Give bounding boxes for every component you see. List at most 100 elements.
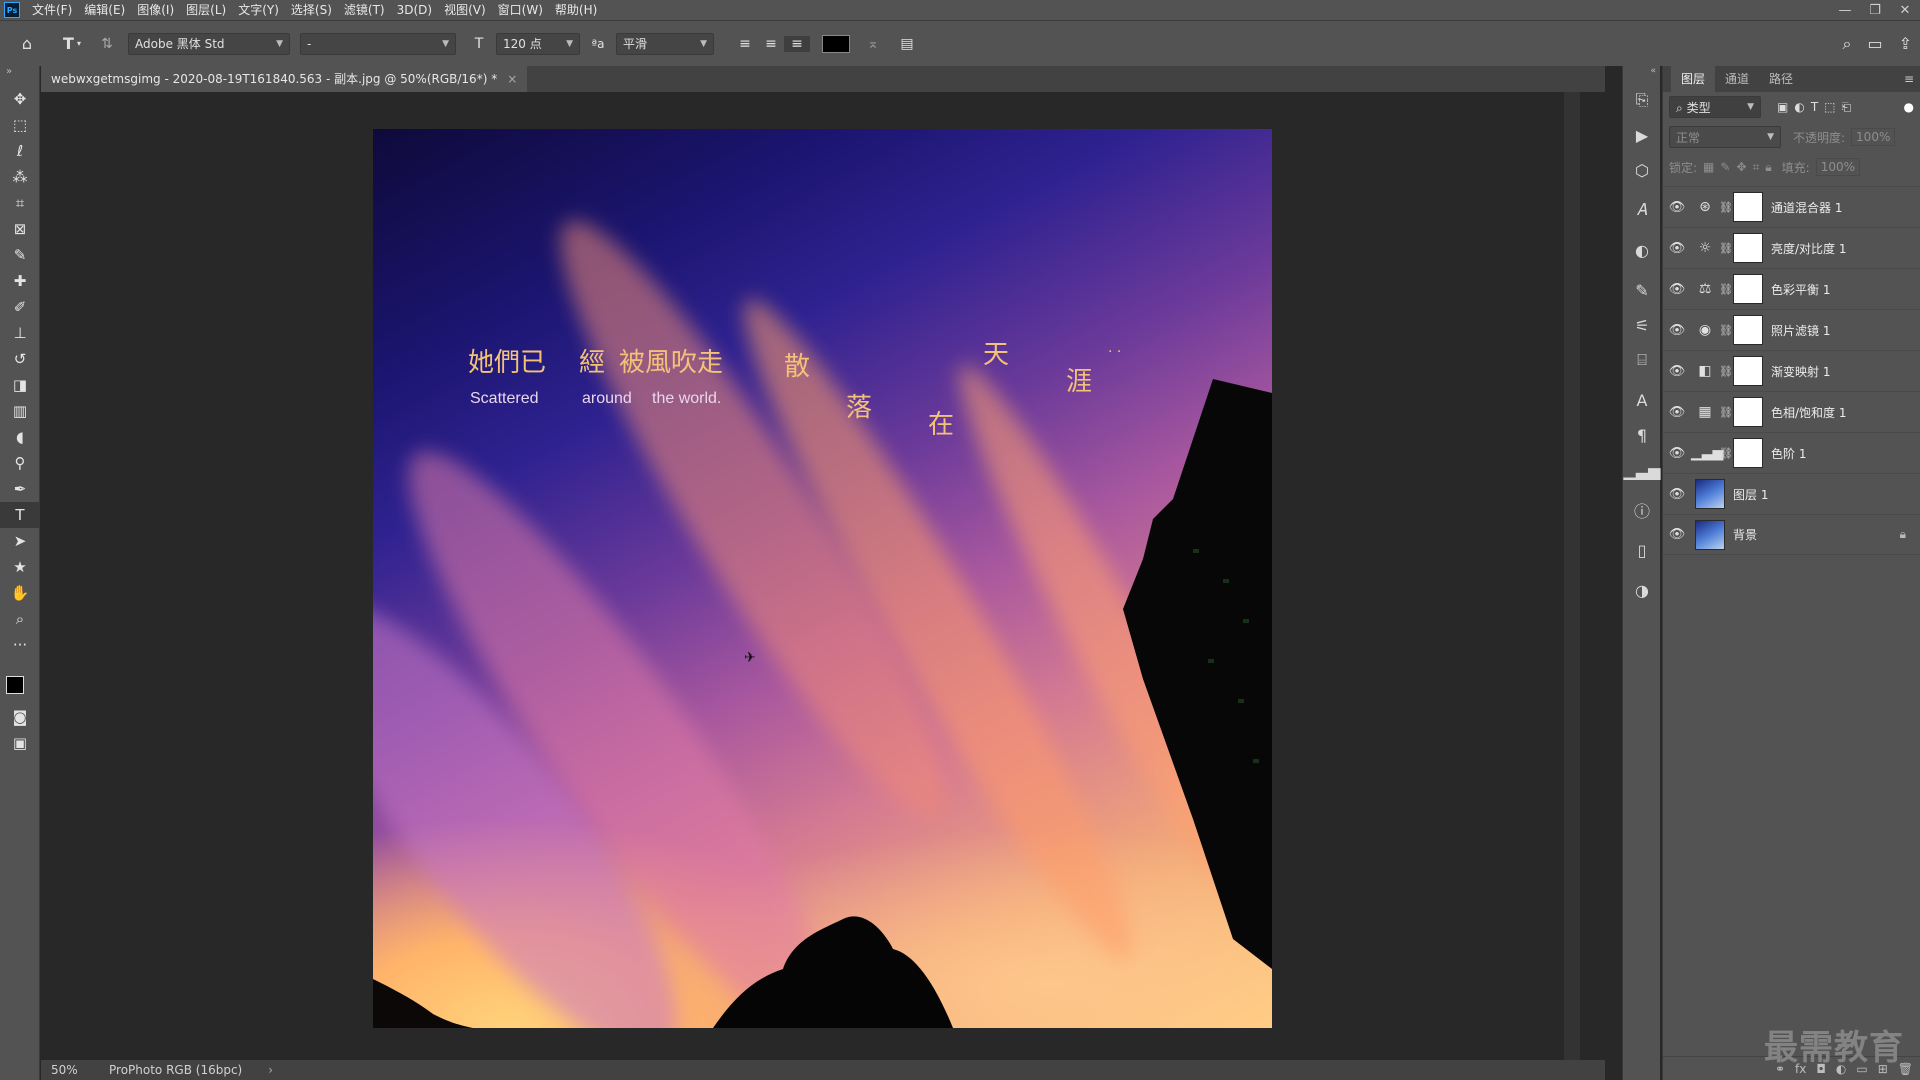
lock-position-icon[interactable]: ✥ — [1736, 160, 1746, 174]
layer-row[interactable]: 👁︎ ⊛ ⛓︎ 通道混合器 1 — [1663, 186, 1920, 227]
layer-row[interactable]: 👁︎ 图层 1 — [1663, 473, 1920, 514]
visibility-eye-icon[interactable]: 👁︎ — [1663, 200, 1691, 215]
menu-window[interactable]: 窗口(W) — [492, 0, 549, 20]
visibility-eye-icon[interactable]: 👁︎ — [1663, 364, 1691, 379]
quick-mask-icon[interactable]: ◙ — [0, 704, 40, 730]
layer-thumbnail[interactable] — [1695, 519, 1725, 550]
font-style-select[interactable]: - ▼ — [300, 32, 456, 55]
filter-toggle-icon[interactable]: ● — [1904, 100, 1914, 114]
fill-value[interactable]: 100% — [1815, 158, 1861, 176]
path-selection-tool-icon[interactable]: ➤ — [0, 528, 40, 554]
filter-adjustment-icon[interactable]: ◐ — [1794, 100, 1804, 114]
mask-link-icon[interactable]: ⛓︎ — [1719, 447, 1733, 460]
glyphs-panel-icon[interactable]: 𝐴 — [1623, 190, 1661, 230]
foreground-color-swatch[interactable] — [6, 676, 24, 694]
layer-mask-thumbnail[interactable] — [1733, 315, 1763, 345]
lock-all-icon[interactable]: 🔒︎ — [1765, 160, 1771, 175]
tab-paths[interactable]: 路径 — [1759, 66, 1803, 92]
layer-row[interactable]: 👁︎ ◉ ⛓︎ 照片滤镜 1 — [1663, 309, 1920, 350]
mask-link-icon[interactable]: ⛓︎ — [1719, 283, 1733, 296]
eyedropper-tool-icon[interactable]: ✎ — [0, 242, 40, 268]
close-tab-icon[interactable]: × — [507, 66, 517, 92]
layer-mask-thumbnail[interactable] — [1733, 438, 1763, 468]
visibility-eye-icon[interactable]: 👁︎ — [1663, 282, 1691, 297]
restore-icon[interactable]: ❐ — [1860, 0, 1890, 20]
layer-row[interactable]: 👁︎ ▁▃▅ ⛓︎ 色阶 1 — [1663, 432, 1920, 473]
color-panel-icon[interactable]: ◑ — [1623, 570, 1661, 610]
canvas-image[interactable]: ✈ 她們已 經 被風吹走 Scattered around the world.… — [373, 129, 1272, 1028]
mask-link-icon[interactable]: ⛓︎ — [1719, 242, 1733, 255]
home-icon[interactable]: ⌂ — [0, 34, 54, 53]
panel-menu-icon[interactable]: ≡ — [1898, 66, 1920, 92]
lasso-tool-icon[interactable]: ℓ — [0, 138, 40, 164]
tab-layers[interactable]: 图层 — [1671, 66, 1716, 92]
hand-tool-icon[interactable]: ✋ — [0, 580, 40, 606]
crop-tool-icon[interactable]: ⌗ — [0, 190, 40, 216]
layer-mask-thumbnail[interactable] — [1733, 356, 1763, 386]
info-panel-icon[interactable]: ⓘ — [1623, 490, 1661, 530]
lock-image-icon[interactable]: ✎ — [1720, 160, 1730, 174]
menu-type[interactable]: 文字(Y) — [232, 0, 285, 20]
menu-file[interactable]: 文件(F) — [26, 0, 78, 20]
history-brush-tool-icon[interactable]: ↺ — [0, 346, 40, 372]
mask-link-icon[interactable]: ⛓︎ — [1719, 201, 1733, 214]
layer-row[interactable]: 👁︎ ▦ ⛓︎ 色相/饱和度 1 — [1663, 391, 1920, 432]
menu-filter[interactable]: 滤镜(T) — [338, 0, 391, 20]
warp-text-icon[interactable]: ⌅ — [856, 36, 890, 52]
menu-edit[interactable]: 编辑(E) — [78, 0, 131, 20]
mask-link-icon[interactable]: ⛓︎ — [1719, 406, 1733, 419]
lock-icon[interactable]: 🔒︎ — [1900, 527, 1906, 542]
brush-tool-icon[interactable]: ✐ — [0, 294, 40, 320]
menu-layer[interactable]: 图层(L) — [180, 0, 232, 20]
align-right-icon[interactable]: ≡ — [784, 35, 810, 52]
healing-brush-tool-icon[interactable]: ✚ — [0, 268, 40, 294]
visibility-eye-icon[interactable]: 👁︎ — [1663, 405, 1691, 420]
3d-panel-icon[interactable]: ⬡ — [1623, 150, 1661, 190]
layer-row[interactable]: 👁︎ ☼ ⛓︎ 亮度/对比度 1 — [1663, 227, 1920, 268]
visibility-eye-icon[interactable]: 👁︎ — [1663, 487, 1691, 502]
paragraph-panel-icon[interactable]: ¶ — [1623, 420, 1661, 450]
blur-tool-icon[interactable]: ◖ — [0, 424, 40, 450]
magic-wand-tool-icon[interactable]: ⁂ — [0, 164, 40, 190]
layer-mask-thumbnail[interactable] — [1733, 397, 1763, 427]
brush-settings-icon[interactable]: ✎ — [1623, 270, 1661, 310]
character-panel-icon[interactable]: ▤ — [890, 36, 924, 52]
align-center-icon[interactable]: ≡ — [758, 36, 784, 52]
type-tool-icon[interactable]: T — [0, 502, 40, 528]
marquee-tool-icon[interactable]: ⬚ — [0, 112, 40, 138]
dodge-tool-icon[interactable]: ⚲ — [0, 450, 40, 476]
menu-3d[interactable]: 3D(D) — [391, 0, 438, 20]
font-family-select[interactable]: Adobe 黑体 Std ▼ — [128, 32, 290, 55]
text-color-swatch[interactable] — [822, 34, 850, 53]
share-icon[interactable]: ⇪ — [1899, 34, 1912, 54]
font-size-select[interactable]: 120 点 ▼ — [496, 32, 580, 55]
screen-mode-icon[interactable]: ▣ — [0, 730, 40, 756]
tab-channels[interactable]: 通道 — [1715, 66, 1759, 92]
gradient-tool-icon[interactable]: ▥ — [0, 398, 40, 424]
collapse-icon[interactable]: « — [1623, 66, 1660, 80]
visibility-eye-icon[interactable]: 👁︎ — [1663, 323, 1691, 338]
layer-mask-thumbnail[interactable] — [1733, 192, 1763, 222]
properties-panel-icon[interactable]: ⚟ — [1623, 310, 1661, 340]
layer-mask-thumbnail[interactable] — [1733, 274, 1763, 304]
search-icon[interactable]: ⌕ — [1843, 34, 1852, 54]
blend-mode-select[interactable]: 正常 ▼ — [1669, 126, 1781, 148]
frame-tool-icon[interactable]: ⊠ — [0, 216, 40, 242]
layer-row[interactable]: 👁︎ ◧ ⛓︎ 渐变映射 1 — [1663, 350, 1920, 391]
lock-transparent-icon[interactable]: ▦ — [1703, 160, 1714, 174]
workspace-icon[interactable]: ▭ — [1867, 34, 1882, 54]
close-icon[interactable]: ✕ — [1890, 0, 1920, 20]
document-tab[interactable]: webwxgetmsgimg - 2020-08-19T161840.563 -… — [41, 66, 528, 92]
pen-tool-icon[interactable]: ✒ — [0, 476, 40, 502]
menu-image[interactable]: 图像(I) — [131, 0, 180, 20]
status-menu-chevron-icon[interactable]: › — [242, 1063, 273, 1077]
visibility-eye-icon[interactable]: 👁︎ — [1663, 446, 1691, 461]
shape-tool-icon[interactable]: ★ — [0, 554, 40, 580]
layer-thumbnail[interactable] — [1695, 479, 1725, 509]
filter-type-icon[interactable]: T — [1811, 100, 1818, 114]
menu-select[interactable]: 选择(S) — [285, 0, 338, 20]
zoom-level[interactable]: 50% — [41, 1063, 99, 1077]
visibility-eye-icon[interactable]: 👁︎ — [1663, 241, 1691, 256]
type-tool-preset-icon[interactable]: T ▾ — [54, 34, 90, 53]
align-left-icon[interactable]: ≡ — [732, 36, 758, 52]
